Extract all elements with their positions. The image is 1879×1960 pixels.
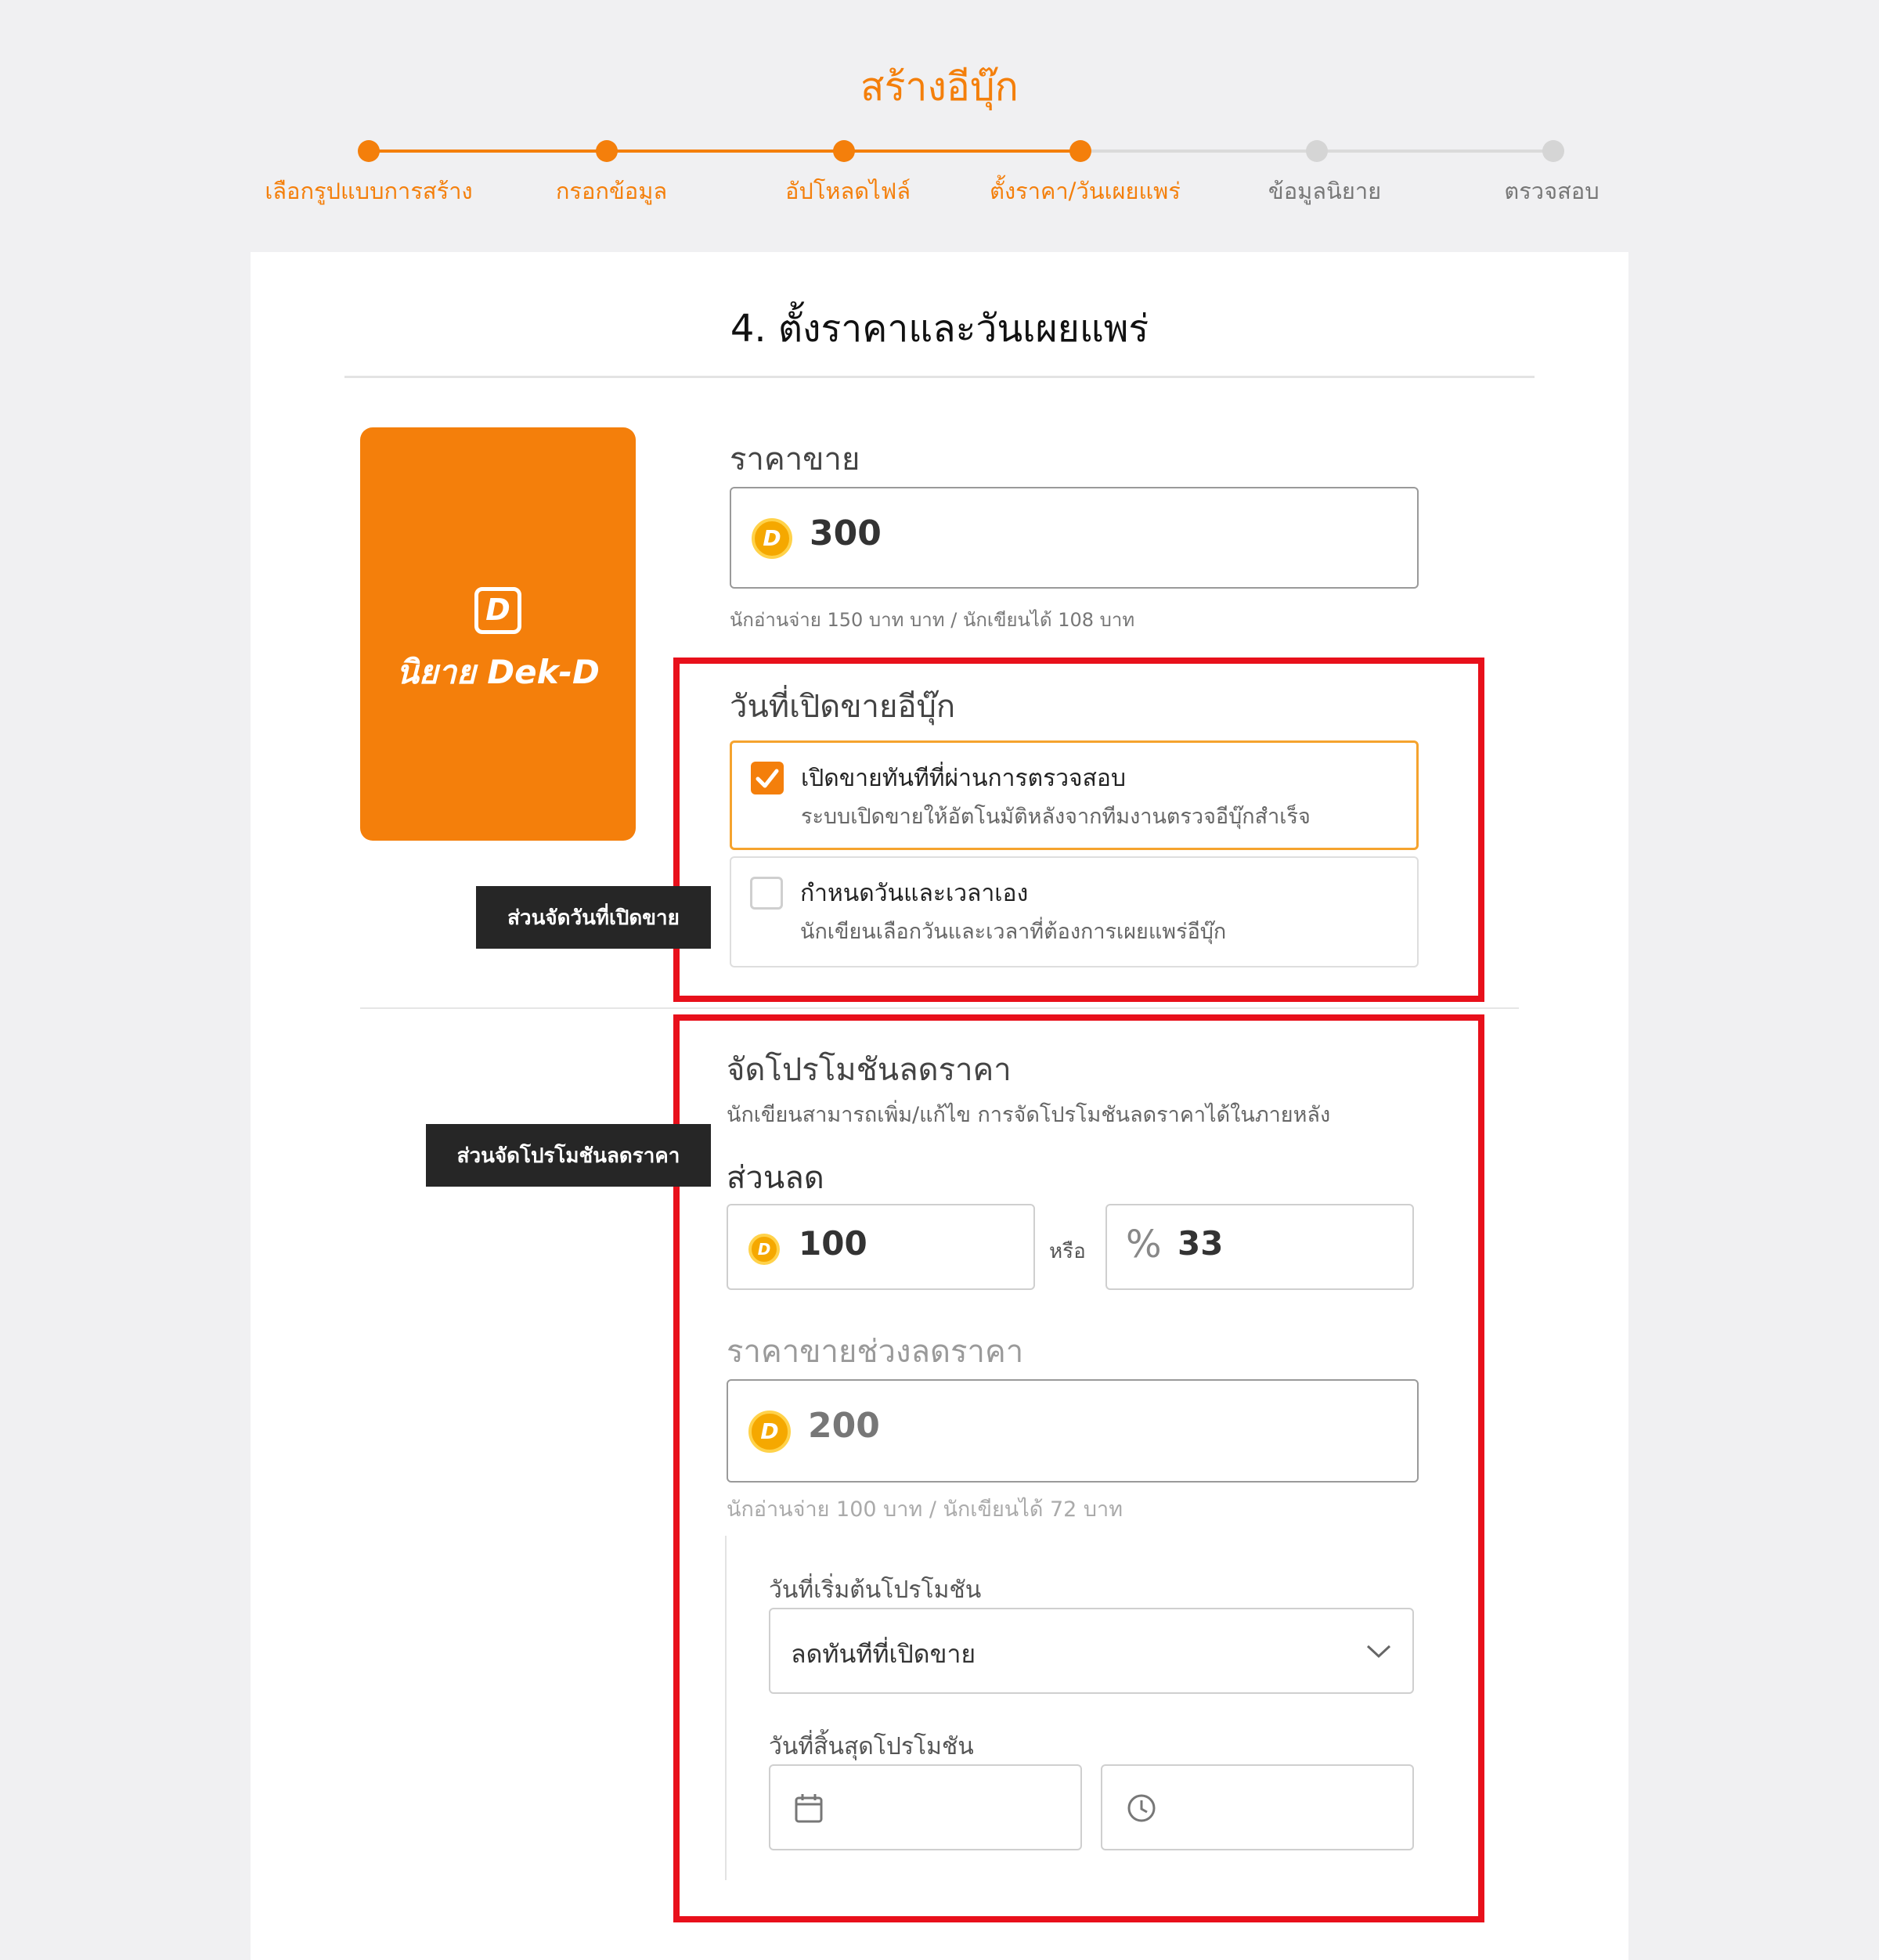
progress-stepper: เลือกรูปแบบการสร้าง กรอกข้อมูล อัปโหลดไฟ… [0,129,1879,215]
price-label: ราคาขาย [730,441,860,477]
coin-icon: D [752,518,792,559]
stepper-line-done [369,150,1080,153]
divider [344,376,1535,378]
price-input[interactable]: D 300 [730,487,1419,589]
dekd-logo-icon: D [474,587,521,634]
release-highlight-box [673,658,1484,1002]
step-dot-5 [1306,140,1328,162]
step-dot-1 [358,140,380,162]
step-label-1[interactable]: เลือกรูปแบบการสร้าง [265,173,472,209]
divider [360,1007,1519,1009]
page-title: สร้างอีบุ๊ก [860,64,1019,110]
section-title: 4. ตั้งราคาและวันเผยแพร่ [730,307,1149,351]
step-dot-3 [833,140,855,162]
step-label-6: ตรวจสอบ [1504,178,1599,204]
promotion-highlight-box [673,1014,1484,1922]
promotion-callout: ส่วนจัดโปรโมชันลดราคา [426,1124,711,1187]
price-value: 300 [810,513,882,553]
step-dot-2 [596,140,618,162]
cover-logo-text: นิยาย Dek-D [396,653,600,691]
price-hint: นักอ่านจ่าย 150 บาท บาท / นักเขียนได้ 10… [730,609,1135,631]
step-label-5: ข้อมูลนิยาย [1268,178,1382,204]
release-callout: ส่วนจัดวันที่เปิดขาย [476,886,711,949]
step-dot-6 [1542,140,1564,162]
step-label-3[interactable]: อัปโหลดไฟล์ [785,173,911,209]
step-label-2[interactable]: กรอกข้อมูล [556,173,667,209]
step-label-4[interactable]: ตั้งราคา/วันเผยแพร่ [990,173,1181,209]
step-dot-4 [1069,140,1091,162]
ebook-cover: D นิยาย Dek-D [360,427,636,841]
